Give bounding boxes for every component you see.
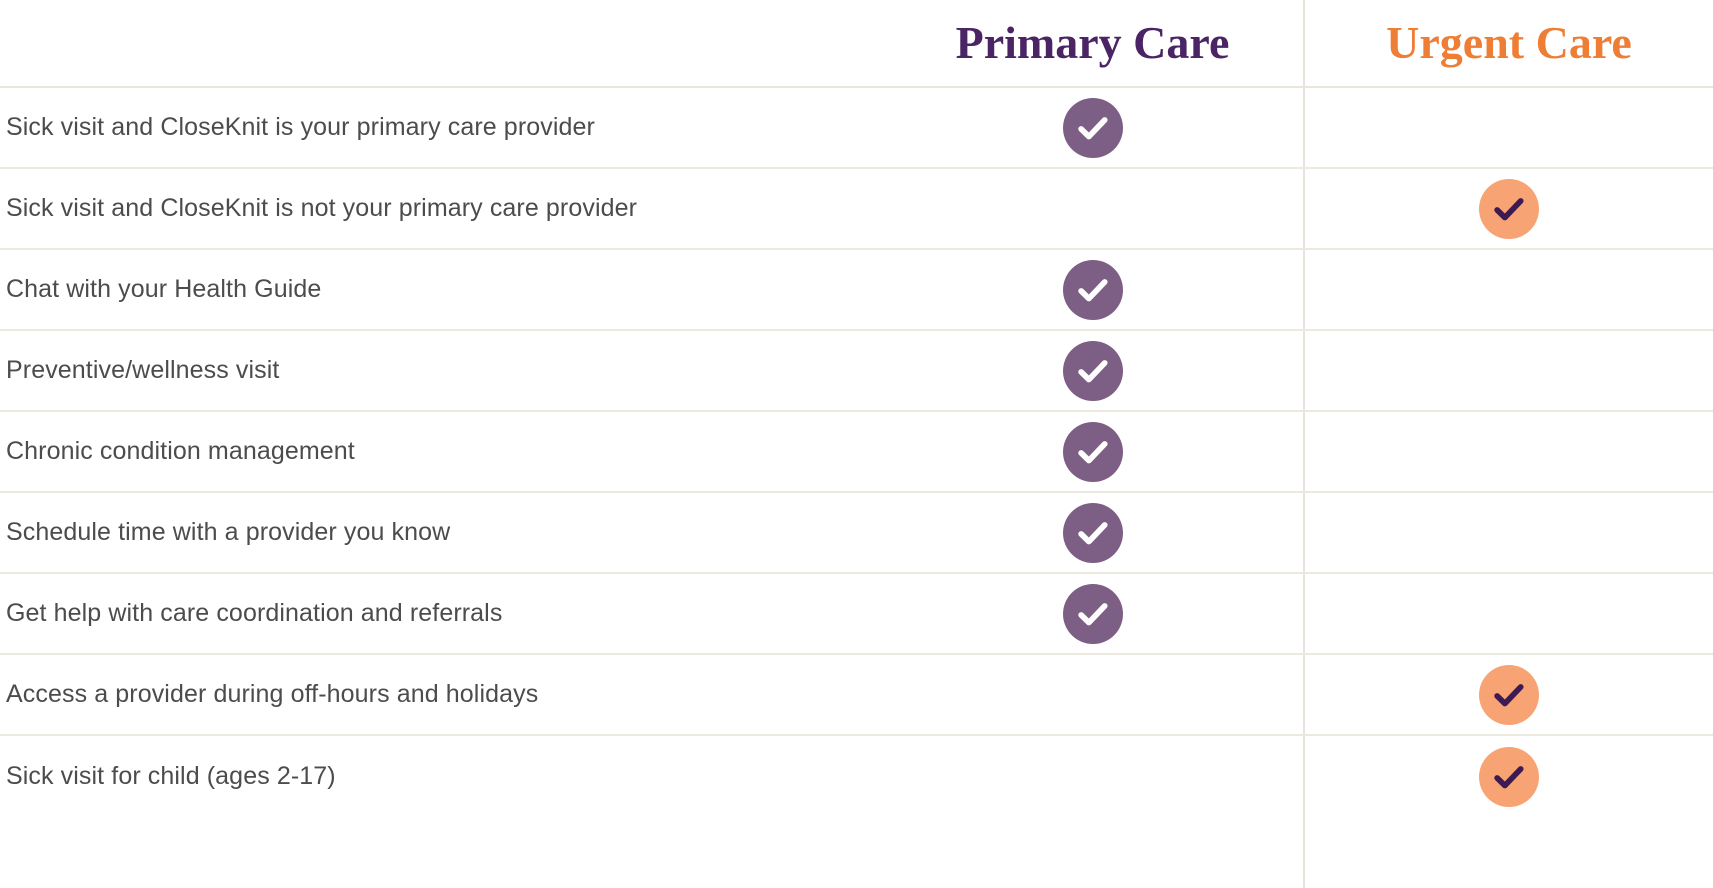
cell-primary-care (880, 97, 1305, 158)
feature-label: Schedule time with a provider you know (6, 518, 451, 546)
cell-primary-care (880, 179, 1305, 239)
cell-primary-care (880, 259, 1305, 320)
cell-urgent-care (1305, 178, 1713, 239)
table-header-row: Primary Care Urgent Care (0, 0, 1713, 88)
cell-feature: Get help with care coordination and refe… (0, 599, 880, 628)
cell-empty (1479, 260, 1539, 320)
cell-primary-care (880, 340, 1305, 401)
table-body: Sick visit and CloseKnit is your primary… (0, 88, 1713, 817)
cell-urgent-care (1305, 584, 1713, 644)
cell-feature: Sick visit for child (ages 2-17) (0, 762, 880, 791)
feature-label: Sick visit for child (ages 2-17) (6, 762, 336, 790)
cell-empty (1063, 665, 1123, 725)
cell-feature: Chronic condition management (0, 437, 880, 466)
cell-empty (1479, 503, 1539, 563)
table-row: Preventive/wellness visit (0, 331, 1713, 412)
feature-label: Sick visit and CloseKnit is not your pri… (6, 194, 638, 222)
check-circle-purple-icon (1062, 340, 1123, 401)
cell-empty (1479, 98, 1539, 158)
table-row: Sick visit for child (ages 2-17) (0, 736, 1713, 817)
check-circle-purple-icon (1062, 502, 1123, 563)
table-row: Schedule time with a provider you know (0, 493, 1713, 574)
table-row: Get help with care coordination and refe… (0, 574, 1713, 655)
header-primary-care-label: Primary Care (955, 17, 1230, 68)
cell-feature: Preventive/wellness visit (0, 356, 880, 385)
feature-label: Preventive/wellness visit (6, 356, 280, 384)
feature-label: Chronic condition management (6, 437, 355, 465)
table-row: Chat with your Health Guide (0, 250, 1713, 331)
cell-feature: Sick visit and CloseKnit is your primary… (0, 113, 880, 142)
check-circle-purple-icon (1062, 421, 1123, 482)
cell-feature: Schedule time with a provider you know (0, 518, 880, 547)
feature-label: Chat with your Health Guide (6, 275, 322, 303)
cell-feature: Chat with your Health Guide (0, 275, 880, 304)
table-row: Sick visit and CloseKnit is your primary… (0, 88, 1713, 169)
cell-empty (1479, 584, 1539, 644)
feature-label: Get help with care coordination and refe… (6, 599, 503, 627)
check-circle-orange-icon (1479, 178, 1539, 239)
feature-label: Sick visit and CloseKnit is your primary… (6, 113, 595, 141)
cell-urgent-care (1305, 503, 1713, 563)
cell-feature: Access a provider during off-hours and h… (0, 680, 880, 709)
cell-empty (1479, 341, 1539, 401)
cell-urgent-care (1305, 664, 1713, 725)
cell-urgent-care (1305, 422, 1713, 482)
check-circle-orange-icon (1479, 664, 1539, 725)
cell-primary-care (880, 583, 1305, 644)
header-urgent-care-label: Urgent Care (1386, 17, 1632, 68)
cell-empty (1479, 422, 1539, 482)
check-circle-purple-icon (1062, 97, 1123, 158)
table-row: Sick visit and CloseKnit is not your pri… (0, 169, 1713, 250)
check-circle-purple-icon (1062, 583, 1123, 644)
cell-urgent-care (1305, 260, 1713, 320)
cell-urgent-care (1305, 98, 1713, 158)
cell-urgent-care (1305, 341, 1713, 401)
header-cell-urgent-care: Urgent Care (1305, 20, 1713, 66)
table-row: Chronic condition management (0, 412, 1713, 493)
cell-primary-care (880, 747, 1305, 807)
cell-empty (1063, 747, 1123, 807)
cell-primary-care (880, 421, 1305, 482)
table-row: Access a provider during off-hours and h… (0, 655, 1713, 736)
check-circle-orange-icon (1479, 746, 1539, 807)
cell-empty (1063, 179, 1123, 239)
cell-primary-care (880, 665, 1305, 725)
check-circle-purple-icon (1062, 259, 1123, 320)
cell-feature: Sick visit and CloseKnit is not your pri… (0, 194, 880, 223)
cell-urgent-care (1305, 746, 1713, 807)
header-cell-primary-care: Primary Care (880, 20, 1305, 66)
cell-primary-care (880, 502, 1305, 563)
feature-label: Access a provider during off-hours and h… (6, 680, 539, 708)
comparison-table: Primary Care Urgent Care Sick visit and … (0, 0, 1713, 888)
